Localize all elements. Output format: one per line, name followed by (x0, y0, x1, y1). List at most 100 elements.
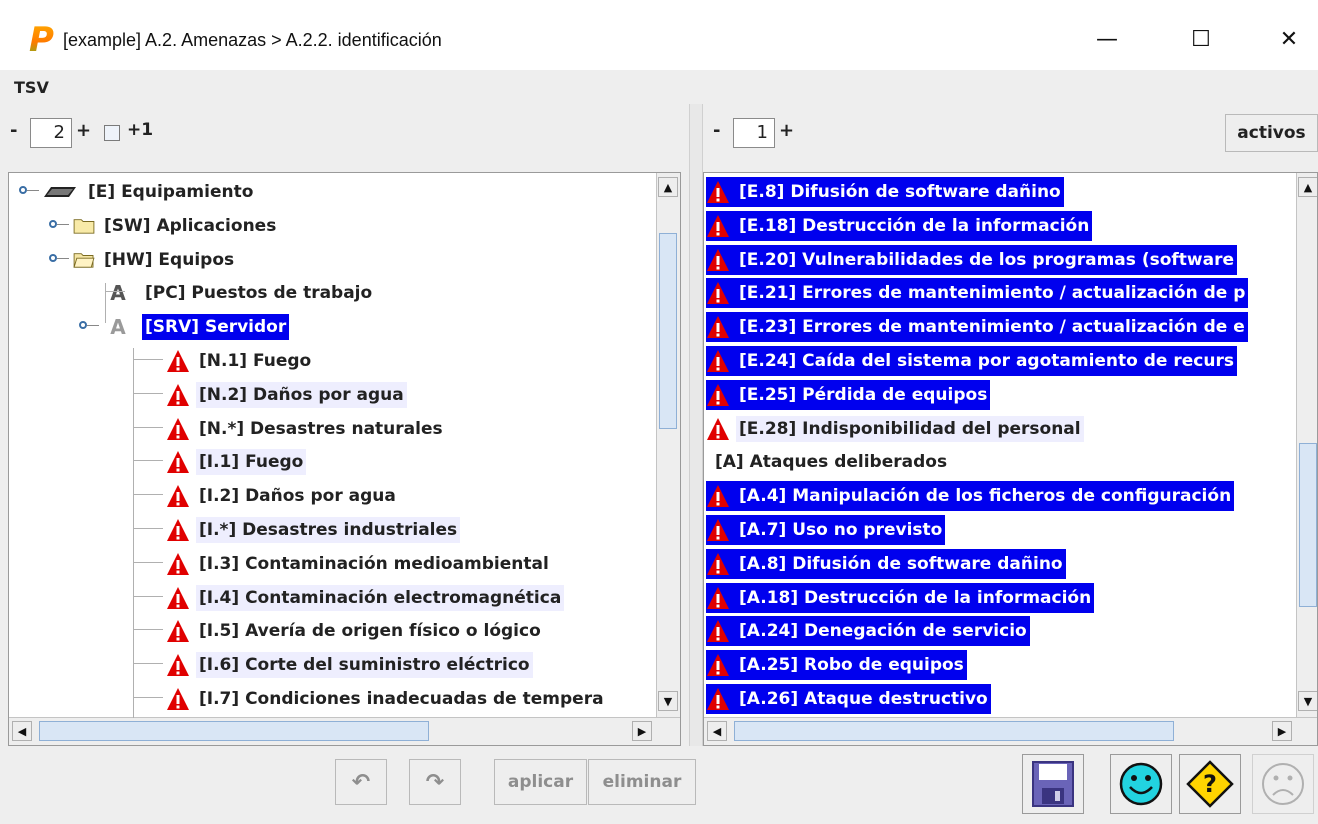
tree-row[interactable]: [I.4] Contaminación electromagnética (166, 583, 565, 613)
tree-toggle-handle[interactable] (49, 219, 57, 228)
help-button[interactable]: ? (1179, 754, 1241, 814)
save-icon (1032, 761, 1074, 807)
right-horizontal-scrollbar[interactable]: ◀ ▶ (704, 717, 1317, 745)
tree-row[interactable]: [E] Equipamiento (43, 177, 256, 207)
threat-list-label: [A.8] Difusión de software dañino (739, 553, 1063, 574)
tree-row[interactable]: [I.1] Fuego (166, 447, 307, 477)
threat-list-item[interactable]: [E.18] Destrucción de la información (706, 210, 1093, 241)
tree-row[interactable]: [I.7] Condiciones inadecuadas de tempera (166, 684, 607, 714)
warning-icon (707, 282, 729, 305)
threat-list-item[interactable]: [E.8] Difusión de software dañino (706, 177, 1064, 207)
tree-toggle-handle[interactable] (79, 321, 87, 330)
warning-icon (707, 654, 729, 677)
threat-list-item[interactable]: [A.24] Denegación de servicio (706, 616, 1030, 647)
aplicar-button[interactable]: aplicar (494, 759, 587, 805)
threat-list-label: [A.26] Ataque destructivo (739, 689, 988, 709)
happy-face-button[interactable] (1110, 754, 1172, 814)
tree-row-label: [I.4] Contaminación electromagnética (196, 584, 565, 611)
tree-row[interactable]: [I.5] Avería de origen físico o lógico (166, 616, 544, 646)
right-scroll-down-button[interactable]: ▼ (1298, 691, 1317, 711)
right-scroll-right-button[interactable]: ▶ (1272, 721, 1292, 741)
tree-toggle-handle[interactable] (19, 186, 27, 194)
tree-connector-line (133, 561, 163, 563)
right-level-plus[interactable]: + (779, 120, 794, 141)
tree-row[interactable]: [I.3] Contaminación medioambiental (166, 549, 552, 579)
threat-list-item[interactable]: [A.25] Robo de equipos (706, 650, 967, 681)
warning-icon (167, 350, 189, 372)
tree-connector-line (57, 223, 69, 225)
tree-row[interactable]: [I.2] Daños por agua (166, 481, 399, 511)
left-scroll-up-button[interactable]: ▲ (658, 177, 678, 197)
left-vertical-scrollbar[interactable]: ▲ ▼ (656, 173, 680, 717)
threat-list-item[interactable]: [E.23] Errores de mantenimiento / actual… (706, 312, 1248, 343)
threat-list-item[interactable]: [A.7] Uso no previsto (706, 515, 946, 545)
tree-row[interactable]: [I.*] Desastres industriales (166, 515, 461, 545)
threat-list-item[interactable]: [E.24] Caída del sistema por agotamiento… (706, 346, 1237, 376)
right-hscroll-thumb[interactable] (734, 721, 1174, 741)
left-level-minus[interactable]: - (10, 120, 17, 141)
threat-list-item[interactable]: [A.26] Ataque destructivo (706, 684, 991, 714)
activos-button[interactable]: activos (1225, 114, 1318, 152)
tree-toggle-handle[interactable] (49, 253, 57, 262)
right-level-input[interactable]: 1 (733, 118, 775, 148)
warning-icon (707, 350, 729, 372)
right-level-minus[interactable]: - (713, 120, 720, 141)
right-vertical-scrollbar[interactable]: ▲ ▼ (1296, 173, 1317, 717)
tree-row[interactable]: [HW] Equipos (73, 245, 237, 275)
tree-row[interactable]: [N.2] Daños por agua (166, 380, 407, 410)
tree-connector-line (133, 494, 163, 496)
left-scroll-right-button[interactable]: ▶ (632, 721, 652, 741)
warning-icon (707, 552, 729, 575)
left-hscroll-thumb[interactable] (39, 721, 429, 741)
right-scroll-left-button[interactable]: ◀ (707, 721, 727, 741)
right-scroll-thumb[interactable] (1299, 443, 1317, 607)
redo-button[interactable]: ↷ (409, 759, 461, 805)
tree-row[interactable]: [SW] Aplicaciones (73, 211, 279, 241)
threat-list-item[interactable]: [E.25] Pérdida de equipos (706, 379, 991, 410)
left-scroll-thumb[interactable] (659, 233, 677, 429)
warning-icon (167, 519, 189, 541)
threat-list-item[interactable]: [E.20] Vulnerabilidades de los programas… (706, 244, 1238, 275)
tree-row[interactable]: [N.*] Desastres naturales (166, 414, 446, 444)
warning-icon (167, 552, 189, 575)
eliminar-button[interactable]: eliminar (588, 759, 696, 805)
tree-row-label: [N.*] Desastres naturales (199, 418, 443, 439)
split-pane-divider[interactable] (689, 104, 703, 746)
asset-a-icon: A (110, 315, 126, 340)
threat-list-item[interactable]: [E.28] Indisponibilidad del personal (706, 414, 1084, 444)
save-button[interactable] (1022, 754, 1084, 814)
warning-icon (707, 316, 729, 339)
warning-icon (167, 688, 189, 710)
right-threat-list[interactable]: ▲ ▼ ◀ ▶ [E.8] Difusión de software dañin… (703, 172, 1318, 746)
plus-one-checkbox[interactable] (104, 125, 120, 141)
left-horizontal-scrollbar[interactable]: ◀ ▶ (9, 717, 680, 745)
right-scroll-up-button[interactable]: ▲ (1298, 177, 1317, 197)
close-button[interactable]: ✕ (1266, 18, 1312, 60)
left-level-input[interactable]: 2 (30, 118, 72, 148)
left-tree[interactable]: ▲ ▼ ◀ ▶ [E] Equipamiento [SW] Aplicacione… (8, 172, 681, 746)
threat-list-item[interactable]: [A.18] Destrucción de la información (706, 582, 1095, 613)
left-level-plus[interactable]: + (76, 120, 91, 141)
warning-icon (707, 688, 729, 710)
minimize-button[interactable]: — (1084, 18, 1130, 60)
threat-list-item[interactable]: [A.4] Manipulación de los ficheros de co… (706, 481, 1235, 512)
threat-list-item[interactable]: [E.21] Errores de mantenimiento / actual… (706, 278, 1249, 309)
undo-button[interactable]: ↶ (335, 759, 387, 805)
menu-tsv[interactable]: TSV (14, 78, 49, 97)
warning-icon (167, 383, 189, 406)
tree-row[interactable]: A [PC] Puestos de trabajo (106, 278, 375, 308)
threat-list-item[interactable]: [A] Ataques deliberados (712, 447, 950, 477)
plus-one-label: +1 (127, 120, 154, 140)
bottom-bar: ↶ ↷ aplicar eliminar ? (0, 746, 1318, 824)
tree-row[interactable]: [I.6] Corte del suministro eléctrico (166, 650, 533, 680)
maximize-button[interactable]: ☐ (1178, 18, 1224, 60)
threat-list-label: [A.24] Denegación de servicio (739, 621, 1027, 642)
sad-face-button[interactable] (1252, 754, 1314, 814)
left-scroll-left-button[interactable]: ◀ (12, 721, 32, 741)
folder-open-icon (73, 252, 95, 268)
tree-row[interactable]: A [SRV] Servidor (106, 312, 290, 342)
tree-connector-line (133, 663, 163, 665)
tree-row[interactable]: [N.1] Fuego (166, 346, 314, 376)
threat-list-item[interactable]: [A.8] Difusión de software dañino (706, 548, 1066, 579)
left-scroll-down-button[interactable]: ▼ (658, 691, 678, 711)
